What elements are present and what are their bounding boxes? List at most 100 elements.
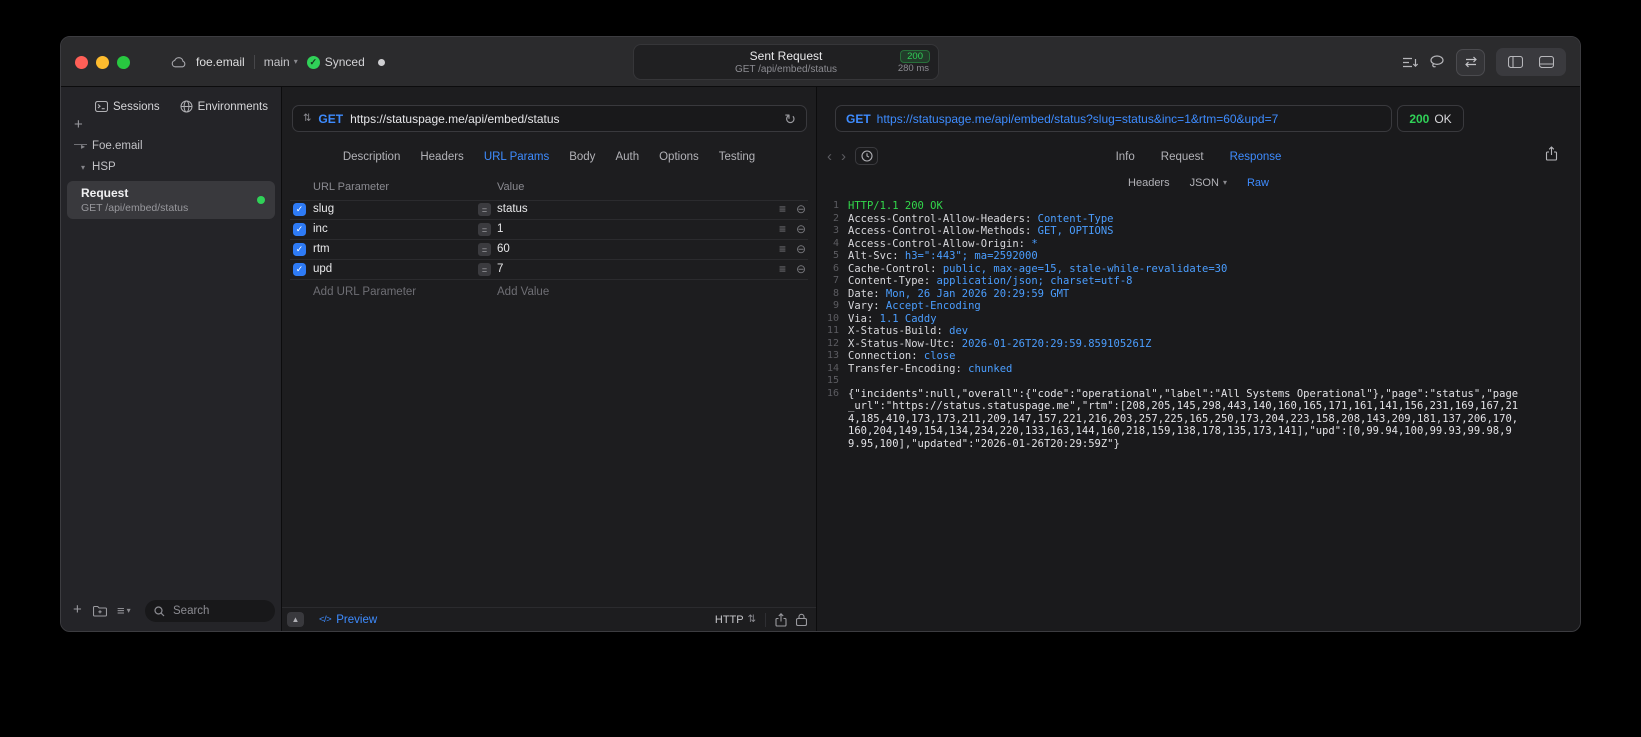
sidebar-request-item[interactable]: Request GET /api/embed/status bbox=[67, 181, 275, 219]
add-request-button[interactable]: + bbox=[73, 602, 82, 617]
subtab-raw[interactable]: Raw bbox=[1247, 177, 1269, 189]
sidebar-toggle-button[interactable] bbox=[1508, 56, 1523, 68]
resend-icon[interactable]: ↻ bbox=[784, 112, 796, 126]
header-value: Mon, 26 Jan 2026 20:29:59 GMT bbox=[879, 287, 1070, 300]
row-menu-icon[interactable]: ≡ bbox=[779, 222, 786, 236]
protocol-selector[interactable]: HTTP ⇅ bbox=[715, 614, 756, 626]
param-value[interactable]: 1 bbox=[497, 223, 503, 235]
minimize-window-button[interactable] bbox=[96, 56, 109, 69]
value-type-chip[interactable]: = bbox=[478, 263, 491, 276]
request-success-dot-icon bbox=[257, 196, 265, 204]
tab-testing[interactable]: Testing bbox=[719, 151, 755, 163]
request-status-display[interactable]: Sent Request GET /api/embed/status 200 2… bbox=[633, 44, 939, 80]
param-key[interactable]: rtm bbox=[313, 243, 330, 255]
sidebar-group-hsp[interactable]: ▾ HSP bbox=[81, 161, 116, 173]
param-key[interactable]: slug bbox=[313, 203, 334, 215]
response-url: https://statuspage.me/api/embed/status?s… bbox=[876, 111, 1279, 126]
param-value[interactable]: status bbox=[497, 203, 528, 215]
param-key[interactable]: inc bbox=[313, 223, 328, 235]
header-value: * bbox=[1025, 237, 1038, 250]
param-value[interactable]: 60 bbox=[497, 243, 510, 255]
preview-button[interactable]: </> Preview bbox=[319, 614, 377, 626]
tab-body[interactable]: Body bbox=[569, 151, 595, 163]
export-response-button[interactable] bbox=[1545, 146, 1558, 161]
tab-request[interactable]: Request bbox=[1161, 151, 1204, 163]
header-value: GET, OPTIONS bbox=[1031, 225, 1114, 237]
tab-url-params[interactable]: URL Params bbox=[484, 151, 549, 163]
line-number: 4 bbox=[832, 237, 839, 249]
chevron-down-icon: ▾ bbox=[81, 162, 86, 172]
new-folder-button[interactable] bbox=[93, 605, 107, 617]
row-menu-icon[interactable]: ≡ bbox=[779, 202, 786, 216]
lasso-button[interactable] bbox=[1429, 55, 1445, 69]
console-toggle-button[interactable]: ▲ bbox=[287, 612, 304, 627]
bottom-panel-toggle-button[interactable] bbox=[1539, 56, 1554, 68]
chevron-right-icon: ▸ bbox=[81, 141, 86, 151]
sync-status[interactable]: ✓ Synced bbox=[306, 55, 365, 69]
response-raw-view: 1 HTTP/1.1 200 OK 2 Access-Control-Allow-H… bbox=[823, 200, 1524, 450]
subtab-raw-label: Raw bbox=[1246, 177, 1269, 189]
param-key[interactable]: upd bbox=[313, 263, 332, 275]
param-checkbox[interactable]: ✓ bbox=[293, 223, 306, 236]
remove-row-icon[interactable]: ⊖ bbox=[796, 222, 806, 236]
param-checkbox[interactable]: ✓ bbox=[293, 203, 306, 216]
param-row: ✓ upd = 7 ≡ ⊖ bbox=[290, 260, 808, 280]
code-line: 2 Access-Control-Allow-Headers: Content-T… bbox=[823, 213, 1524, 226]
tab-info[interactable]: Info bbox=[1116, 151, 1135, 163]
close-window-button[interactable] bbox=[75, 56, 88, 69]
subtab-json[interactable]: JSON ▾ bbox=[1190, 177, 1227, 189]
add-parameter-field[interactable]: Add URL Parameter bbox=[313, 286, 416, 298]
remove-row-icon[interactable]: ⊖ bbox=[796, 262, 806, 276]
value-type-chip[interactable]: = bbox=[478, 203, 491, 216]
code-icon: </> bbox=[319, 614, 332, 625]
header-value: Content-Type bbox=[1031, 212, 1114, 225]
view-options-button[interactable]: ≡ ▾ bbox=[117, 603, 131, 618]
send-receive-button[interactable] bbox=[1456, 48, 1485, 76]
globe-icon bbox=[180, 100, 193, 113]
request-duration: 280 ms bbox=[897, 63, 929, 74]
value-type-chip[interactable]: = bbox=[478, 243, 491, 256]
search-input[interactable] bbox=[171, 604, 266, 618]
zoom-window-button[interactable] bbox=[117, 56, 130, 69]
line-number: 5 bbox=[832, 250, 839, 261]
row-menu-icon[interactable]: ≡ bbox=[779, 262, 786, 276]
request-method[interactable]: GET bbox=[318, 112, 343, 126]
tab-headers[interactable]: Headers bbox=[420, 151, 463, 163]
param-checkbox[interactable]: ✓ bbox=[293, 243, 306, 256]
header-name: Via: bbox=[848, 312, 874, 325]
tab-response[interactable]: Response bbox=[1230, 151, 1282, 163]
row-menu-icon[interactable]: ≡ bbox=[779, 242, 786, 256]
add-value-field[interactable]: Add Value bbox=[497, 286, 549, 298]
add-session-button[interactable]: + bbox=[74, 117, 83, 132]
tab-options[interactable]: Options bbox=[659, 151, 699, 163]
response-body-json: {"incidents":null,"overall":{"code":"ope… bbox=[848, 387, 1519, 450]
tab-environments[interactable]: Environments bbox=[180, 100, 268, 113]
tab-description[interactable]: Description bbox=[343, 151, 401, 163]
param-value[interactable]: 7 bbox=[497, 263, 503, 275]
list-arrow-button[interactable] bbox=[1402, 56, 1418, 69]
remove-row-icon[interactable]: ⊖ bbox=[796, 202, 806, 216]
share-button[interactable] bbox=[775, 612, 787, 627]
protocol-label: HTTP bbox=[714, 613, 744, 626]
tab-auth[interactable]: Auth bbox=[615, 151, 639, 163]
branch-selector[interactable]: main ▾ bbox=[264, 55, 298, 69]
subtab-headers[interactable]: Headers bbox=[1128, 177, 1170, 189]
lock-button[interactable] bbox=[796, 613, 807, 626]
search-box[interactable] bbox=[145, 600, 275, 622]
code-line: 16 {"incidents":null,"overall":{"code":"o… bbox=[823, 388, 1524, 451]
sync-check-icon: ✓ bbox=[306, 55, 320, 69]
request-url-input[interactable]: https://statuspage.me/api/embed/status bbox=[350, 112, 777, 126]
line-number: 11 bbox=[826, 325, 839, 336]
line-number: 2 bbox=[832, 212, 839, 224]
sidebar-group-foe[interactable]: ▸ Foe.email bbox=[81, 140, 143, 152]
response-url-bar: GET https://statuspage.me/api/embed/stat… bbox=[835, 105, 1392, 132]
method-stepper-icon[interactable]: ⇅ bbox=[303, 113, 311, 124]
param-row: ✓ rtm = 60 ≡ ⊖ bbox=[290, 240, 808, 260]
tab-sessions[interactable]: Sessions bbox=[95, 101, 160, 113]
remove-row-icon[interactable]: ⊖ bbox=[796, 242, 806, 256]
param-checkbox[interactable]: ✓ bbox=[293, 263, 306, 276]
cloud-icon bbox=[171, 56, 187, 68]
code-line: 13 Connection: close bbox=[823, 350, 1524, 363]
header-value: dev bbox=[942, 325, 969, 337]
value-type-chip[interactable]: = bbox=[478, 223, 491, 236]
